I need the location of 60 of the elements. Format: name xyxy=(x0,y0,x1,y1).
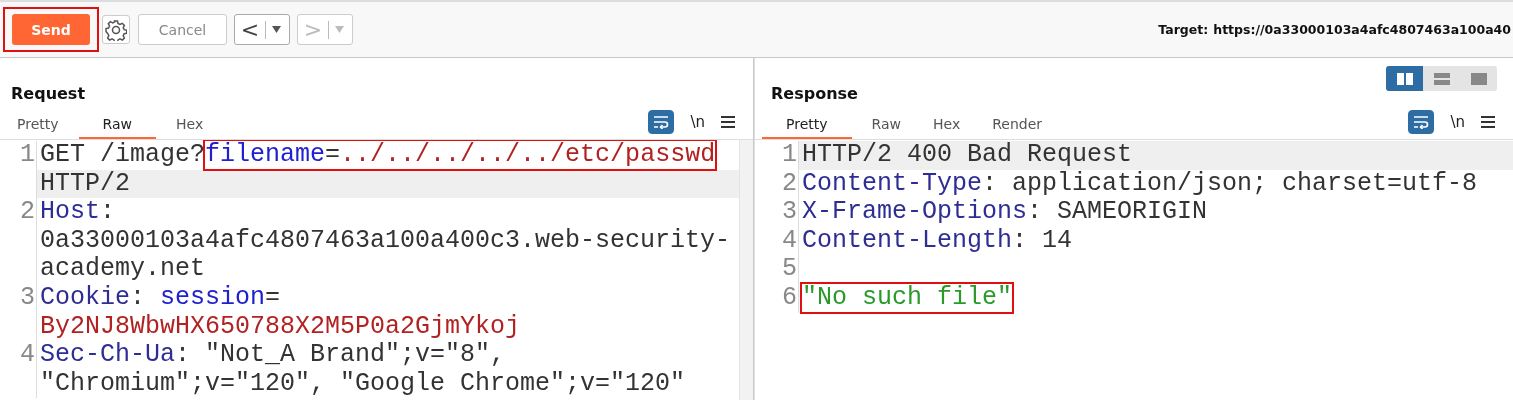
header-name: X-Frame-Options xyxy=(802,197,1028,227)
tab[interactable]: Pretty xyxy=(762,116,852,139)
line-number: 2 xyxy=(782,168,797,198)
header-name: Content-Type xyxy=(802,168,983,198)
line-number: 4 xyxy=(20,340,35,370)
code-text: : "Not_A Brand";v="8", xyxy=(175,340,506,370)
parameter-name: filename xyxy=(205,140,326,169)
scrollbar[interactable] xyxy=(739,140,753,400)
string-literal: "No such file" xyxy=(802,282,1013,312)
menu-icon[interactable] xyxy=(721,116,735,128)
rows-layout-icon[interactable] xyxy=(1433,72,1450,85)
caret-icon[interactable] xyxy=(271,26,281,33)
tab[interactable]: Raw xyxy=(859,116,913,139)
columns-layout-icon[interactable] xyxy=(1396,72,1413,85)
code-text: : 14 xyxy=(1012,225,1073,255)
line-number: 5 xyxy=(782,254,797,284)
tab[interactable]: Raw xyxy=(78,116,156,139)
code-text: = xyxy=(325,140,341,169)
code-text: = xyxy=(265,282,281,312)
pane-title: Request xyxy=(11,84,86,103)
parameter-name: session xyxy=(160,282,266,312)
single-panel-icon[interactable] xyxy=(1470,72,1487,85)
target-url: https://0a33000103a4afc4807463a100a40 xyxy=(1213,22,1511,37)
tab[interactable]: Render xyxy=(980,116,1054,139)
line-number: 6 xyxy=(782,282,797,312)
newline-toggle[interactable]: \n xyxy=(1446,113,1469,131)
line-number: 2 xyxy=(20,197,35,227)
header-name: Cookie xyxy=(40,282,130,312)
code-text: HTTP/2 xyxy=(40,168,130,198)
header-name: Host xyxy=(40,197,100,227)
line-number: 4 xyxy=(782,225,797,255)
code-text: : SAMEORIGIN xyxy=(1027,197,1208,227)
tab[interactable]: Hex xyxy=(921,116,973,139)
menu-icon[interactable] xyxy=(1481,116,1495,128)
wrap-toggle[interactable] xyxy=(648,110,675,134)
code-text: GET /image? xyxy=(40,140,206,169)
code-text: academy.net xyxy=(40,254,206,284)
code-text: 0a33000103a4afc4807463a100a400c3.web-security- xyxy=(40,225,731,255)
header-name: Sec-Ch-Ua xyxy=(40,340,176,370)
line-number: 3 xyxy=(20,282,35,312)
line-number: 1 xyxy=(20,140,35,169)
code-text: : xyxy=(100,197,116,227)
pane-title: Response xyxy=(771,84,858,103)
code-text: : application/json; charset=utf-8 xyxy=(982,168,1478,198)
wrap-lines-icon[interactable] xyxy=(653,115,670,129)
tab[interactable]: Pretty xyxy=(5,116,71,139)
code-text: HTTP/2 400 Bad Request xyxy=(802,140,1133,169)
tab[interactable]: Hex xyxy=(164,116,216,139)
code-text: "Chromium";v="120", "Google Chrome";v="120" xyxy=(40,368,686,398)
parameter-value: ../../../../../etc/passwd xyxy=(340,140,716,169)
wrap-toggle[interactable] xyxy=(1408,110,1435,134)
layout-button[interactable] xyxy=(1386,66,1423,91)
parameter-value: By2NJ8WbwHX650788X2M5P0a2GjmYkoj xyxy=(40,311,521,341)
newline-toggle[interactable]: \n xyxy=(686,113,709,131)
line-number: 3 xyxy=(782,197,797,227)
header-name: Content-Length xyxy=(802,225,1013,255)
code-text: : xyxy=(130,282,147,312)
wrap-lines-icon[interactable] xyxy=(1413,115,1430,129)
line-number: 1 xyxy=(782,140,797,169)
target-label: Target: xyxy=(1158,22,1209,37)
